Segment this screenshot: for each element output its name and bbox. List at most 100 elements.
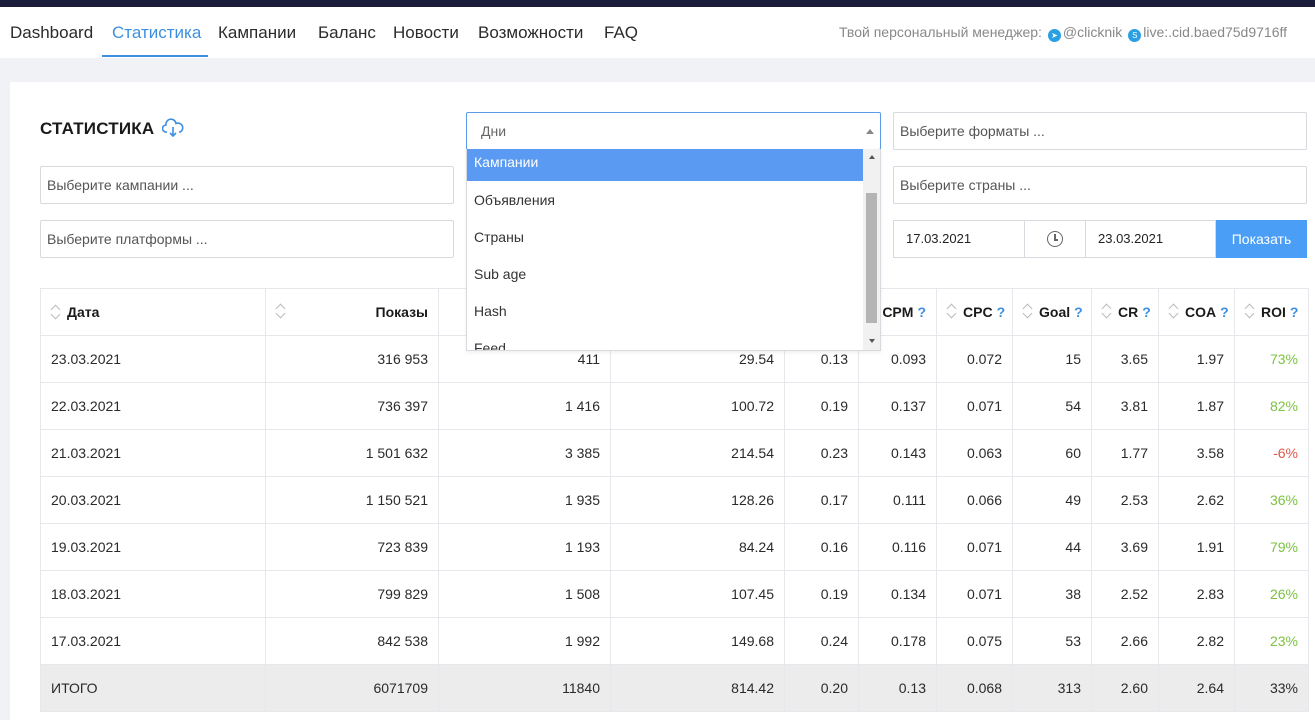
dropdown-option-feed[interactable]: Feed [467, 335, 864, 350]
help-icon[interactable]: ? [1290, 304, 1299, 320]
active-tab-underline [102, 55, 208, 57]
cell-col3: 1 935 [438, 476, 611, 524]
cell-date: 23.03.2021 [40, 335, 266, 383]
cell-cr: 3.69 [1091, 523, 1159, 571]
cell-shows: 1 150 521 [265, 476, 439, 524]
cell-shows: 1 501 632 [265, 429, 439, 477]
help-icon[interactable]: ? [1142, 304, 1151, 320]
scroll-up-icon[interactable] [869, 155, 875, 159]
cell-coa: 3.58 [1158, 429, 1235, 477]
manager-info: Твой персональный менеджер: ➤ @clicknik Sli… [839, 24, 1287, 42]
cell-goal: 15 [1012, 335, 1092, 383]
date-from-input[interactable]: 17.03.2021 [893, 220, 1025, 258]
table-row: 22.03.2021 736 397 1 416 100.72 0.19 0.137 0.0… [40, 382, 1309, 430]
skype-icon: S [1128, 29, 1142, 42]
cell-date: 18.03.2021 [40, 570, 266, 618]
cell-cpm: 0.111 [858, 476, 937, 524]
scroll-down-icon[interactable] [869, 339, 875, 343]
sort-icon [1245, 304, 1255, 318]
cell-cpc: 0.072 [936, 335, 1013, 383]
nav-faq[interactable]: FAQ [604, 23, 638, 43]
col-cr[interactable]: CR? [1091, 288, 1159, 336]
dropdown-option-subage[interactable]: Sub age [467, 261, 864, 293]
nav-dashboard[interactable]: Dashboard [10, 23, 93, 43]
total-label: ИТОГО [40, 664, 266, 712]
skype-link[interactable]: live:.cid.baed75d9716ff [1143, 24, 1287, 40]
sort-icon [51, 305, 61, 319]
col-goal[interactable]: Goal? [1012, 288, 1092, 336]
cell-col3: 1 416 [438, 382, 611, 430]
cloud-download-icon[interactable] [162, 118, 184, 138]
total-cpm: 0.13 [858, 664, 937, 712]
cell-cpc: 0.075 [936, 617, 1013, 665]
cell-col5: 0.17 [784, 476, 859, 524]
help-icon[interactable]: ? [1074, 304, 1083, 320]
cell-coa: 1.91 [1158, 523, 1235, 571]
dropdown-scrollbar[interactable] [863, 149, 880, 350]
col-date[interactable]: Дата [40, 288, 266, 336]
group-by-dropdown: Кампании Объявления Страны Sub age Hash … [466, 149, 881, 351]
scrollbar-thumb[interactable] [866, 193, 877, 323]
table-row: 20.03.2021 1 150 521 1 935 128.26 0.17 0.111 0… [40, 476, 1309, 524]
formats-input[interactable]: Выберите форматы ... [893, 112, 1307, 150]
total-cr: 2.60 [1091, 664, 1159, 712]
cell-goal: 38 [1012, 570, 1092, 618]
cell-cpm: 0.178 [858, 617, 937, 665]
help-icon[interactable]: ? [997, 304, 1006, 320]
cell-col4: 84.24 [610, 523, 785, 571]
cell-cpm: 0.143 [858, 429, 937, 477]
group-by-select[interactable]: Дни [466, 112, 881, 150]
cell-date: 19.03.2021 [40, 523, 266, 571]
platforms-input[interactable]: Выберите платформы ... [40, 220, 454, 258]
dropdown-option-countries[interactable]: Страны [467, 224, 864, 256]
cell-col5: 0.19 [784, 570, 859, 618]
dropdown-option-hash[interactable]: Hash [467, 298, 864, 330]
total-goal: 313 [1012, 664, 1092, 712]
table-row: 21.03.2021 1 501 632 3 385 214.54 0.23 0.143 0… [40, 429, 1309, 477]
dropdown-option-ads[interactable]: Объявления [467, 187, 864, 219]
col-cpc[interactable]: CPC? [936, 288, 1013, 336]
sort-icon [1102, 304, 1112, 318]
campaigns-input[interactable]: Выберите кампании ... [40, 166, 454, 204]
cell-goal: 49 [1012, 476, 1092, 524]
help-icon[interactable]: ? [1220, 304, 1229, 320]
nav-news[interactable]: Новости [393, 23, 459, 43]
cell-coa: 2.83 [1158, 570, 1235, 618]
col-shows[interactable]: Показы [265, 288, 439, 336]
nav-campaigns[interactable]: Кампании [218, 23, 296, 43]
table-row: 19.03.2021 723 839 1 193 84.24 0.16 0.116 0.07… [40, 523, 1309, 571]
cell-cpm: 0.137 [858, 382, 937, 430]
cell-col3: 3 385 [438, 429, 611, 477]
help-icon[interactable]: ? [917, 304, 926, 320]
col-roi[interactable]: ROI? [1234, 288, 1309, 336]
cell-roi: 73% [1234, 335, 1309, 383]
cell-col4: 100.72 [610, 382, 785, 430]
table-body: 23.03.2021 316 953 411 29.54 0.13 0.093 0.072 1… [40, 335, 1309, 712]
show-button[interactable]: Показать [1216, 220, 1307, 258]
dropdown-option-campaigns[interactable]: Кампании [467, 149, 864, 181]
date-to-input[interactable]: 23.03.2021 [1085, 220, 1216, 258]
cell-roi: 36% [1234, 476, 1309, 524]
total-roi: 33% [1234, 664, 1309, 712]
caret-up-icon [866, 129, 874, 134]
cell-goal: 60 [1012, 429, 1092, 477]
countries-input[interactable]: Выберите страны ... [893, 166, 1307, 204]
nav-balance[interactable]: Баланс [318, 23, 376, 43]
sort-icon [276, 304, 286, 318]
cell-shows: 316 953 [265, 335, 439, 383]
cell-goal: 53 [1012, 617, 1092, 665]
nav-statistics[interactable]: Статистика [112, 23, 201, 43]
total-col4: 814.42 [610, 664, 785, 712]
cell-col3: 1 992 [438, 617, 611, 665]
nav-features[interactable]: Возможности [478, 23, 583, 43]
clock-icon-box[interactable] [1025, 220, 1086, 258]
col-coa[interactable]: COA? [1158, 288, 1235, 336]
cell-shows: 799 829 [265, 570, 439, 618]
cell-coa: 2.82 [1158, 617, 1235, 665]
telegram-link[interactable]: @clicknik [1063, 24, 1122, 40]
cell-col4: 107.45 [610, 570, 785, 618]
cell-goal: 54 [1012, 382, 1092, 430]
stats-table: Дата Показы CPM? CPC? Goal? CR? COA? ROI… [40, 288, 1309, 712]
cell-roi: 79% [1234, 523, 1309, 571]
cell-col5: 0.23 [784, 429, 859, 477]
